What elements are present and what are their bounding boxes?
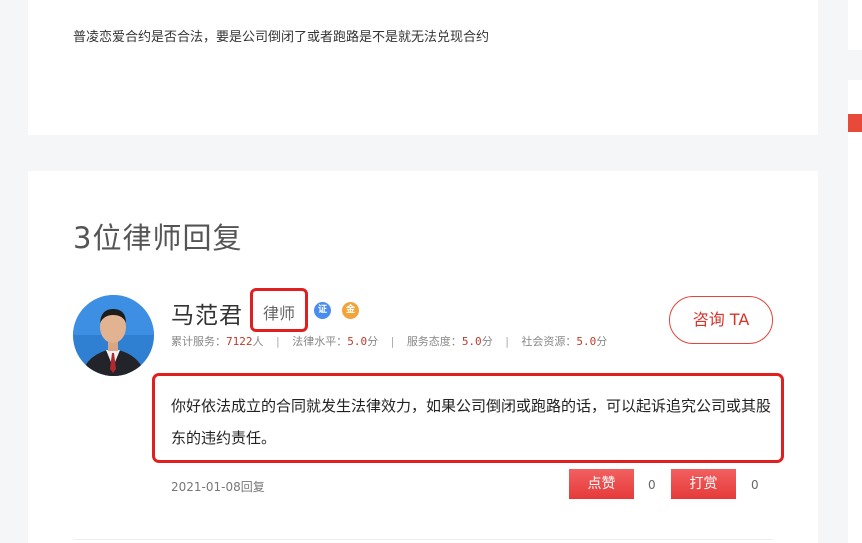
gold-level-badge-icon: 金 [342,302,359,319]
consult-button[interactable]: 咨询 TA [669,296,773,344]
question-card: 普凌恋爱合约是否合法，要是公司倒闭了或者跑路是不是就无法兑现合约 [28,0,818,135]
stat-unit-attitude: 分 [481,335,493,348]
answers-title: 3位律师回复 [73,221,243,255]
stat-value-resources: 5.0 [576,335,597,348]
avatar-photo [73,295,154,376]
stat-label-resources: 社会资源： [521,335,577,348]
stat-label-service: 累计服务： [171,335,226,348]
answer-content-highlight: 你好依法成立的合同就发生法律效力，如果公司倒闭或跑路的话，可以起诉追究公司或其股… [152,373,784,463]
lawyer-role-highlight: 律师 [250,288,308,332]
reward-count: 0 [751,478,759,492]
lawyer-avatar[interactable] [73,295,154,376]
like-button[interactable]: 点赞 [569,469,634,499]
divider [73,539,773,540]
stat-label-attitude: 服务态度： [406,335,462,348]
stat-separator: | [276,335,280,348]
certified-badge-icon: 证 [314,302,331,319]
answer-date: 2021-01-08回复 [171,480,265,494]
like-count: 0 [648,478,656,492]
stat-separator: | [505,335,509,348]
lawyer-stats: 累计服务：7122人 | 法律水平：5.0分 | 服务态度：5.0分 | 社会资… [171,333,607,349]
stat-label-skill: 法律水平： [292,335,348,348]
lawyer-name[interactable]: 马范君 [171,296,243,330]
stat-unit-skill: 分 [367,335,379,348]
reward-button[interactable]: 打赏 [671,469,736,499]
lawyer-role: 律师 [263,304,296,323]
stat-unit-resources: 分 [596,335,608,348]
stat-unit-service: 人 [252,335,264,348]
stat-value-service: 7122 [226,335,253,348]
answers-card: 3位律师回复 马范君 律师 证 金 累计服务：7122人 | 法律水平：5.0分… [28,171,818,543]
sidebar-accent [848,114,862,132]
sidebar-card [848,80,862,543]
answer-content: 你好依法成立的合同就发生法律效力，如果公司倒闭或跑路的话，可以起诉追究公司或其股… [171,397,772,447]
stat-value-skill: 5.0 [347,335,368,348]
stat-separator: | [390,335,395,348]
question-text: 普凌恋爱合约是否合法，要是公司倒闭了或者跑路是不是就无法兑现合约 [73,30,490,45]
stat-value-attitude: 5.0 [461,335,482,348]
sidebar-card-top [848,0,862,50]
